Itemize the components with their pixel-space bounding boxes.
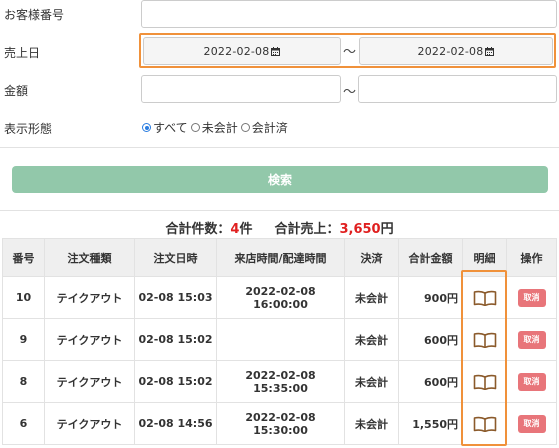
- display-type-label: 表示形態: [4, 122, 53, 136]
- cell-order-datetime: 02-08 15:02: [134, 318, 217, 361]
- cancel-button[interactable]: 取消: [517, 372, 546, 391]
- radio-option-unpaid[interactable]: 未会計: [190, 119, 238, 136]
- header-number: 番号: [2, 238, 45, 277]
- cell-payment: 未会計: [344, 360, 399, 403]
- cell-number: 9: [2, 318, 45, 361]
- radio-paid-label: 会計済: [251, 121, 288, 135]
- total-sales-value: 3,650: [339, 222, 381, 237]
- cancel-button[interactable]: 取消: [517, 414, 546, 433]
- total-count-unit: 件: [239, 222, 253, 237]
- cancel-button[interactable]: 取消: [517, 288, 546, 307]
- cell-number: 6: [2, 402, 45, 445]
- cell-order-type: テイクアウト: [44, 402, 135, 445]
- header-visit-delivery-time: 来店時間/配達時間: [216, 238, 345, 277]
- cell-payment: 未会計: [344, 276, 399, 319]
- sales-date-to-input[interactable]: 2022-02-08: [359, 37, 553, 65]
- cell-payment: 未会計: [344, 402, 399, 445]
- radio-paid-icon[interactable]: [240, 123, 250, 132]
- customer-number-input[interactable]: [141, 0, 557, 28]
- cell-total: 600円: [398, 360, 463, 403]
- cell-total: 900円: [398, 276, 463, 319]
- sales-date-from-input[interactable]: 2022-02-08: [143, 37, 341, 65]
- header-order-type: 注文種類: [44, 238, 135, 277]
- cell-visit-time: 2022-02-08 16:00:00: [216, 276, 345, 319]
- amount-range-separator: 〜: [343, 85, 357, 100]
- amount-from-input[interactable]: [141, 75, 341, 103]
- cancel-button[interactable]: 取消: [517, 330, 546, 349]
- cell-number: 8: [2, 360, 45, 403]
- radio-all-checked-icon[interactable]: [142, 123, 151, 132]
- cell-order-type: テイクアウト: [44, 276, 135, 319]
- search-button[interactable]: 検索: [12, 166, 548, 193]
- sales-date-from-value: 2022-02-08: [203, 44, 270, 58]
- radio-unpaid-label: 未会計: [201, 121, 238, 135]
- total-sales-unit: 円: [380, 222, 394, 237]
- cell-visit-time: [216, 318, 345, 361]
- total-sales-label: 合計売上：: [274, 222, 340, 237]
- display-type-radio-group: すべて 未会計 会計済: [142, 119, 291, 136]
- cell-order-type: テイクアウト: [44, 360, 135, 403]
- radio-unpaid-icon[interactable]: [190, 123, 200, 132]
- cell-visit-time: 2022-02-08 15:30:00: [216, 402, 345, 445]
- order-summary: 合計件数：4件 合計売上：3,650円: [0, 218, 559, 237]
- sales-date-label: 売上日: [4, 46, 41, 60]
- radio-option-all[interactable]: すべて: [142, 119, 188, 136]
- cell-visit-time: 2022-02-08 15:35:00: [216, 360, 345, 403]
- customer-number-label: お客様番号: [4, 8, 65, 22]
- header-payment: 決済: [344, 238, 399, 277]
- calendar-icon: [485, 46, 495, 56]
- detail-column-highlight: [461, 270, 507, 446]
- cell-actions: 取消: [506, 360, 557, 403]
- cell-order-datetime: 02-08 15:03: [134, 276, 217, 319]
- radio-option-paid[interactable]: 会計済: [240, 119, 288, 136]
- cell-order-datetime: 02-08 15:02: [134, 360, 217, 403]
- date-range-separator: 〜: [343, 45, 357, 60]
- sales-date-to-value: 2022-02-08: [417, 44, 484, 58]
- cell-payment: 未会計: [344, 318, 399, 361]
- cell-total: 600円: [398, 318, 463, 361]
- form-divider-bottom: [0, 210, 559, 211]
- cell-actions: 取消: [506, 318, 557, 361]
- cell-total: 1,550円: [398, 402, 463, 445]
- amount-to-input[interactable]: [358, 75, 557, 103]
- total-count-label: 合計件数：: [165, 222, 231, 237]
- cell-actions: 取消: [506, 402, 557, 445]
- header-actions: 操作: [506, 238, 557, 277]
- form-divider-top: [0, 147, 559, 148]
- cell-actions: 取消: [506, 276, 557, 319]
- header-total-amount: 合計金額: [398, 238, 463, 277]
- cell-number: 10: [2, 276, 45, 319]
- cell-order-datetime: 02-08 14:56: [134, 402, 217, 445]
- cell-order-type: テイクアウト: [44, 318, 135, 361]
- header-order-datetime: 注文日時: [134, 238, 217, 277]
- calendar-icon: [271, 46, 281, 56]
- amount-label: 金額: [4, 84, 29, 98]
- radio-all-label: すべて: [153, 121, 188, 135]
